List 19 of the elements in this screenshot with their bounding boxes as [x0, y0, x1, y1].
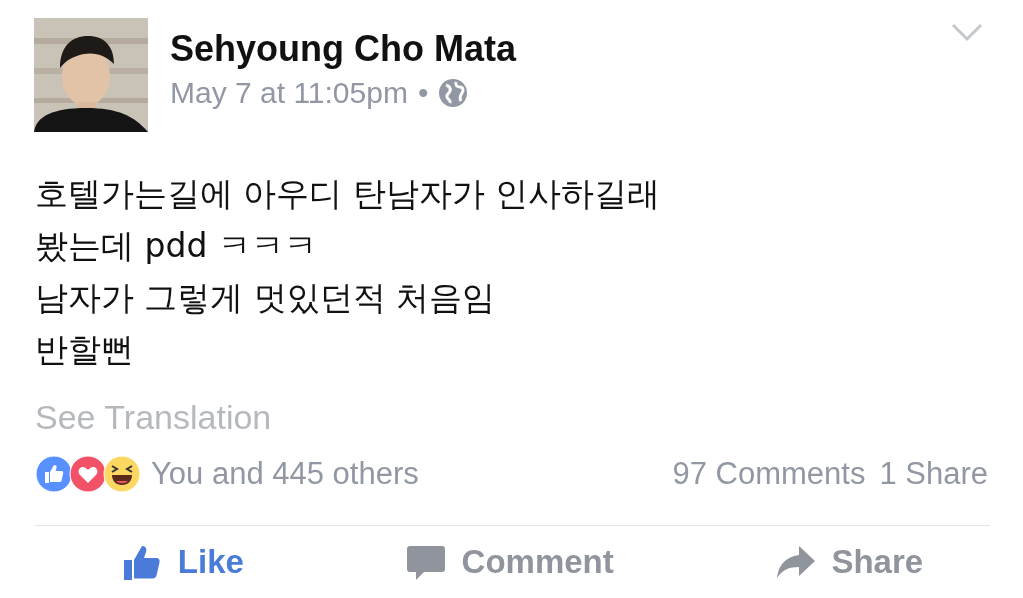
share-action-button[interactable]: Share — [773, 540, 924, 584]
chevron-down-icon[interactable] — [951, 22, 983, 42]
post-text-line: 반할뻔 — [35, 329, 135, 371]
separator-dot: • — [417, 76, 429, 110]
globe-icon — [438, 78, 469, 108]
like-action-button[interactable]: Like — [119, 540, 244, 584]
shares-count[interactable]: 1 Share — [879, 456, 988, 492]
post-timestamp[interactable]: May 7 at 11:05pm — [170, 76, 408, 110]
comment-action-button[interactable]: Comment — [403, 540, 614, 584]
post-text-line: 호텔가는길에 아우디 탄남자가 인사하길래 — [35, 173, 662, 215]
heart-reaction-icon — [69, 455, 107, 493]
post-text-line: 남자가 그렇게 멋있던적 처음임 — [35, 277, 497, 319]
see-translation-link[interactable]: See Translation — [35, 398, 272, 437]
laughing-reaction-icon — [103, 455, 141, 493]
reactions-summary[interactable]: You and 445 others — [151, 456, 419, 492]
like-reaction-icon — [35, 455, 73, 493]
post-text-line: 봤는데 pdd ㅋㅋㅋ — [35, 225, 318, 267]
author-name[interactable]: Sehyoung Cho Mata — [170, 28, 516, 70]
comments-count[interactable]: 97 Comments — [672, 456, 866, 492]
